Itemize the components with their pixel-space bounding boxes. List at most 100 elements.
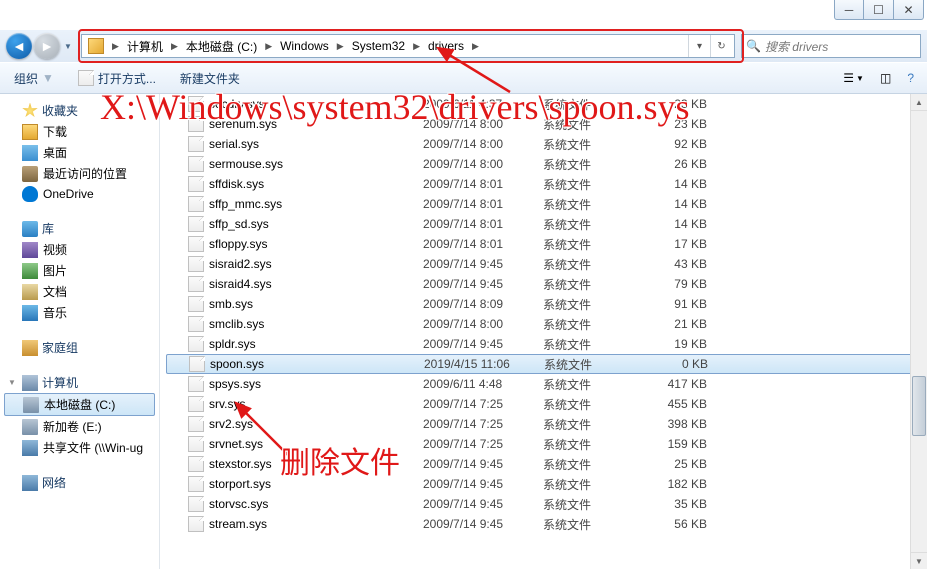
openwith-button[interactable]: 打开方式...: [72, 67, 162, 90]
file-size: 25 KB: [643, 457, 723, 471]
table-row[interactable]: storvsc.sys2009/7/14 9:45系统文件35 KB: [160, 494, 927, 514]
file-icon: [188, 396, 204, 412]
file-icon: [188, 496, 204, 512]
chevron-right-icon[interactable]: ▶: [261, 41, 276, 52]
forward-button[interactable]: ►: [34, 33, 60, 59]
titlebar: ─ ☐ ✕: [0, 0, 927, 30]
sidebar-homegroup-header[interactable]: 家庭组: [0, 337, 159, 358]
chevron-right-icon[interactable]: ▶: [108, 41, 123, 52]
sidebar-libraries-header[interactable]: 库: [0, 218, 159, 239]
newfolder-button[interactable]: 新建文件夹: [174, 67, 246, 90]
table-row[interactable]: secdrv.sys2009/6/11 4:37系统文件23 KB: [160, 94, 927, 114]
file-size: 0 KB: [644, 357, 724, 371]
chevron-right-icon[interactable]: ▶: [409, 41, 424, 52]
table-row[interactable]: stream.sys2009/7/14 9:45系统文件56 KB: [160, 514, 927, 534]
search-placeholder: 搜索 drivers: [765, 38, 828, 55]
table-row[interactable]: sffdisk.sys2009/7/14 8:01系统文件14 KB: [160, 174, 927, 194]
chevron-right-icon[interactable]: ▶: [167, 41, 182, 52]
table-row[interactable]: sfloppy.sys2009/7/14 8:01系统文件17 KB: [160, 234, 927, 254]
file-date: 2009/7/14 8:01: [423, 217, 543, 231]
file-icon: [188, 156, 204, 172]
scroll-up-button[interactable]: ▲: [911, 94, 927, 111]
file-size: 21 KB: [643, 317, 723, 331]
table-row[interactable]: sisraid2.sys2009/7/14 9:45系统文件43 KB: [160, 254, 927, 274]
sidebar-item-recent[interactable]: 最近访问的位置: [0, 163, 159, 184]
sidebar-item-drive-c[interactable]: 本地磁盘 (C:): [4, 393, 155, 416]
file-icon: [188, 136, 204, 152]
scrollbar[interactable]: ▲ ▼: [910, 94, 927, 569]
file-date: 2009/7/14 8:00: [423, 157, 543, 171]
table-row[interactable]: spsys.sys2009/6/11 4:48系统文件417 KB: [160, 374, 927, 394]
table-row[interactable]: spoon.sys2019/4/15 11:06系统文件0 KB: [166, 354, 921, 374]
breadcrumb[interactable]: System32: [348, 35, 409, 57]
file-icon: [188, 176, 204, 192]
sidebar-item-music[interactable]: 音乐: [0, 302, 159, 323]
close-button[interactable]: ✕: [894, 0, 924, 20]
sidebar-item-pictures[interactable]: 图片: [0, 260, 159, 281]
file-name: sisraid2.sys: [209, 257, 272, 271]
sidebar-network-header[interactable]: 网络: [0, 472, 159, 493]
table-row[interactable]: sffp_sd.sys2009/7/14 8:01系统文件14 KB: [160, 214, 927, 234]
view-options-button[interactable]: ☰ ▼: [838, 68, 869, 88]
table-row[interactable]: storport.sys2009/7/14 9:45系统文件182 KB: [160, 474, 927, 494]
video-icon: [22, 242, 38, 258]
file-size: 56 KB: [643, 517, 723, 531]
file-date: 2009/7/14 8:09: [423, 297, 543, 311]
sidebar-item-downloads[interactable]: 下载: [0, 121, 159, 142]
sidebar-item-onedrive[interactable]: OneDrive: [0, 184, 159, 204]
file-date: 2009/7/14 8:01: [423, 197, 543, 211]
sidebar-favorites-header[interactable]: 收藏夹: [0, 100, 159, 121]
sidebar-item-drive-e[interactable]: 新加卷 (E:): [0, 416, 159, 437]
breadcrumb[interactable]: Windows: [276, 35, 333, 57]
file-name: stream.sys: [209, 517, 267, 531]
back-button[interactable]: ◄: [6, 33, 32, 59]
file-date: 2009/7/14 7:25: [423, 437, 543, 451]
music-icon: [22, 305, 38, 321]
scroll-thumb[interactable]: [912, 376, 926, 436]
help-button[interactable]: ?: [902, 68, 919, 88]
file-type: 系统文件: [543, 116, 643, 133]
file-date: 2009/7/14 8:01: [423, 237, 543, 251]
preview-pane-button[interactable]: ◫: [875, 68, 896, 88]
file-size: 79 KB: [643, 277, 723, 291]
file-date: 2019/4/15 11:06: [424, 357, 544, 371]
sidebar-computer-header[interactable]: ▼计算机: [0, 372, 159, 393]
file-name: secdrv.sys: [209, 97, 265, 111]
sidebar-item-documents[interactable]: 文档: [0, 281, 159, 302]
sidebar-item-share[interactable]: 共享文件 (\\Win-ug: [0, 437, 159, 458]
table-row[interactable]: serial.sys2009/7/14 8:00系统文件92 KB: [160, 134, 927, 154]
breadcrumb[interactable]: 本地磁盘 (C:): [182, 35, 261, 57]
file-icon: [189, 356, 205, 372]
nav-history-dropdown[interactable]: ▼: [61, 35, 75, 57]
chevron-right-icon[interactable]: ▶: [333, 41, 348, 52]
file-icon: [188, 236, 204, 252]
table-row[interactable]: sermouse.sys2009/7/14 8:00系统文件26 KB: [160, 154, 927, 174]
folder-icon: [88, 38, 104, 54]
breadcrumb[interactable]: 计算机: [123, 35, 167, 57]
organize-menu[interactable]: 组织 ▼: [8, 67, 60, 90]
sidebar-item-videos[interactable]: 视频: [0, 239, 159, 260]
network-drive-icon: [22, 440, 38, 456]
file-icon: [188, 116, 204, 132]
refresh-button[interactable]: ↻: [710, 35, 732, 57]
table-row[interactable]: sffp_mmc.sys2009/7/14 8:01系统文件14 KB: [160, 194, 927, 214]
address-dropdown[interactable]: ▾: [688, 35, 710, 57]
file-icon: [188, 336, 204, 352]
maximize-button[interactable]: ☐: [864, 0, 894, 20]
file-icon: [188, 436, 204, 452]
minimize-button[interactable]: ─: [834, 0, 864, 20]
table-row[interactable]: spldr.sys2009/7/14 9:45系统文件19 KB: [160, 334, 927, 354]
file-name: smclib.sys: [209, 317, 264, 331]
address-bar[interactable]: ▶ 计算机 ▶ 本地磁盘 (C:) ▶ Windows ▶ System32 ▶…: [81, 34, 735, 58]
file-date: 2009/7/14 8:01: [423, 177, 543, 191]
search-input[interactable]: 🔍 搜索 drivers: [741, 34, 921, 58]
file-name: spldr.sys: [209, 337, 256, 351]
table-row[interactable]: sisraid4.sys2009/7/14 9:45系统文件79 KB: [160, 274, 927, 294]
file-list[interactable]: secdrv.sys2009/6/11 4:37系统文件23 KBserenum…: [160, 94, 927, 569]
scroll-down-button[interactable]: ▼: [911, 552, 927, 569]
table-row[interactable]: serenum.sys2009/7/14 8:00系统文件23 KB: [160, 114, 927, 134]
table-row[interactable]: smb.sys2009/7/14 8:09系统文件91 KB: [160, 294, 927, 314]
table-row[interactable]: smclib.sys2009/7/14 8:00系统文件21 KB: [160, 314, 927, 334]
recent-icon: [22, 166, 38, 182]
sidebar-item-desktop[interactable]: 桌面: [0, 142, 159, 163]
